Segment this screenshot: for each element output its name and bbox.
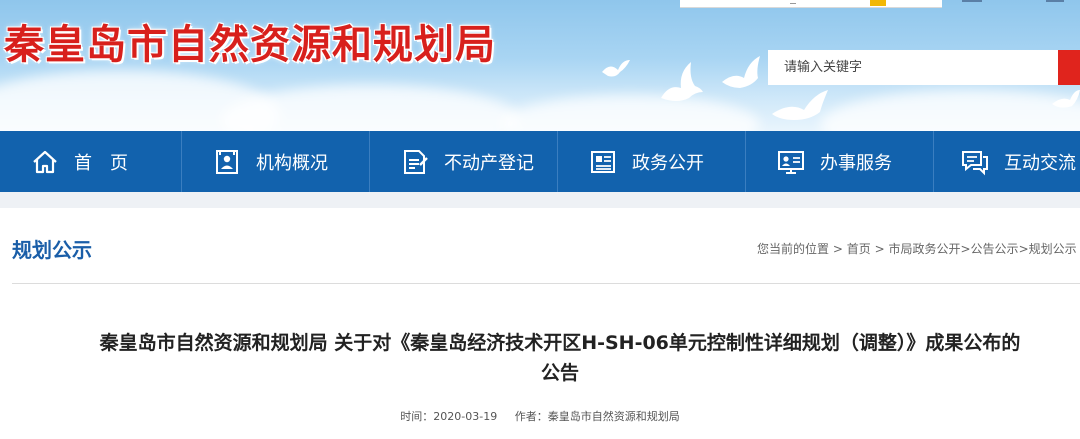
nav-item-services[interactable]: 办事服务 <box>746 131 934 192</box>
property-registration-icon <box>400 147 430 177</box>
nav-item-government-affairs[interactable]: 政务公开 <box>558 131 746 192</box>
nav-item-home[interactable]: 首 页 <box>0 131 182 192</box>
nav-item-label: 办事服务 <box>820 152 892 174</box>
dove-icon <box>1052 90 1080 108</box>
breadcrumb-link-home[interactable]: 首页 <box>847 242 871 256</box>
top-utility-strip <box>680 0 942 8</box>
breadcrumb: 您当前的位置 > 首页 > 市局政务公开>公告公示>规划公示 <box>757 240 1077 257</box>
breadcrumb-separator: > <box>832 242 843 256</box>
breadcrumb-separator: > <box>1018 242 1029 256</box>
dove-icon <box>772 90 828 120</box>
services-icon <box>776 147 806 177</box>
cloud-decoration <box>500 95 760 131</box>
section-gap <box>0 192 1080 208</box>
top-link-marker[interactable] <box>1046 0 1064 2</box>
search-button[interactable] <box>1058 50 1080 85</box>
time-label: 时间： <box>400 410 434 423</box>
main-nav: 首 页 机构概况 不动产登记 政务公开 办事服务 互动交流 <box>0 131 1080 192</box>
dove-icon <box>602 60 630 77</box>
breadcrumb-separator: > <box>960 242 971 256</box>
nav-item-label: 机构概况 <box>256 152 328 174</box>
interaction-icon <box>960 147 990 177</box>
breadcrumb-prefix: 您当前的位置 <box>757 242 830 256</box>
cloud-decoration <box>820 90 1080 131</box>
nav-item-interaction[interactable]: 互动交流 <box>934 131 1080 192</box>
header-banner: 秦皇岛市自然资源和规划局 <box>0 0 1080 131</box>
home-icon <box>30 147 60 177</box>
author-label: 作者： <box>514 410 548 423</box>
nav-item-label: 政务公开 <box>632 152 704 174</box>
breadcrumb-link-government-affairs[interactable]: 市局政务公开 <box>888 242 960 256</box>
nav-item-label: 不动产登记 <box>444 152 534 174</box>
top-link-marker[interactable] <box>962 0 982 2</box>
dove-icon <box>722 56 760 88</box>
section-title: 规划公示 <box>12 238 92 262</box>
nav-item-org-profile[interactable]: 机构概况 <box>182 131 370 192</box>
org-profile-icon <box>212 147 242 177</box>
publish-date: 2020-03-19 <box>433 410 498 423</box>
dove-icon <box>661 62 703 101</box>
cloud-decoration <box>220 85 520 131</box>
author-name: 秦皇岛市自然资源和规划局 <box>547 410 680 423</box>
article-title-line: 秦皇岛市自然资源和规划局 关于对《秦皇岛经济技术开区H-SH-06单元控制性详细… <box>99 332 1021 354</box>
search-input[interactable] <box>768 50 1058 85</box>
article-title-line: 公告 <box>540 362 579 384</box>
article-meta: 时间：2020-03-19 作者：秦皇岛市自然资源和规划局 <box>0 408 1080 424</box>
nav-item-property-registration[interactable]: 不动产登记 <box>370 131 558 192</box>
site-title[interactable]: 秦皇岛市自然资源和规划局 <box>4 12 496 70</box>
government-affairs-icon <box>588 147 618 177</box>
breadcrumb-link-planning-notice[interactable]: 规划公示 <box>1029 242 1077 256</box>
section-divider <box>12 283 1080 284</box>
nav-item-label: 首 页 <box>74 152 128 174</box>
nav-item-label: 互动交流 <box>1004 152 1076 174</box>
article-title: 秦皇岛市自然资源和规划局 关于对《秦皇岛经济技术开区H-SH-06单元控制性详细… <box>40 328 1080 388</box>
breadcrumb-separator: > <box>874 242 885 256</box>
breadcrumb-link-announcements[interactable]: 公告公示 <box>971 242 1019 256</box>
